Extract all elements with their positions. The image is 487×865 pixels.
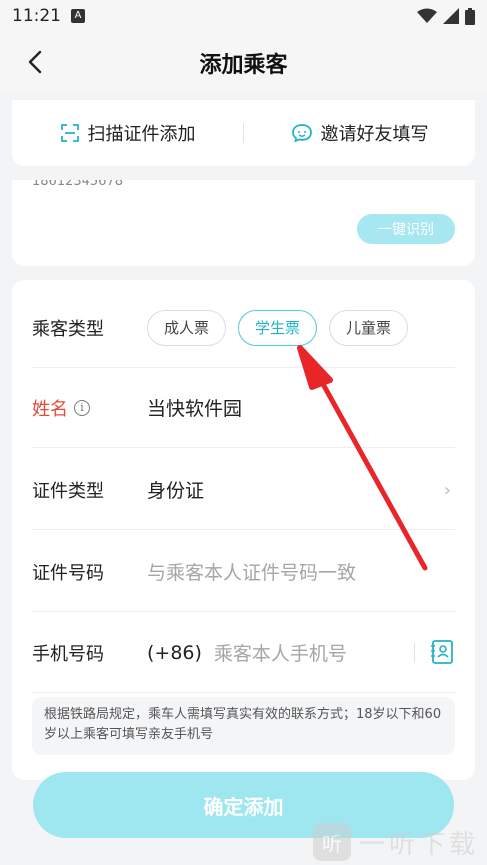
chevron-left-icon[interactable] xyxy=(22,48,50,76)
info-icon[interactable]: i xyxy=(74,399,90,416)
id-number-label: 证件号码 xyxy=(32,562,104,584)
passenger-form-card: 乘客类型 成人票 学生票 儿童票 姓名 i 当快软件园 证件类型 身份证 › 证… xyxy=(12,280,475,780)
id-type-label: 证件类型 xyxy=(32,480,104,502)
divider xyxy=(414,643,415,663)
invite-friend-label: 邀请好友填写 xyxy=(320,124,429,145)
passenger-type-row: 乘客类型 成人票 学生票 儿童票 xyxy=(32,288,455,368)
status-time: 11:21 xyxy=(12,6,61,26)
phone-input[interactable]: 乘客本人手机号 xyxy=(214,639,347,666)
scan-id-button[interactable]: 扫描证件添加 xyxy=(12,120,243,146)
name-label: 姓名 xyxy=(32,398,68,420)
id-type-row[interactable]: 证件类型 身份证 › xyxy=(32,450,455,530)
country-code[interactable]: (+86) xyxy=(147,642,202,664)
phone-label: 手机号码 xyxy=(32,643,104,665)
id-number-input[interactable]: 与乘客本人证件号码一致 xyxy=(147,558,356,585)
status-icons xyxy=(417,7,475,25)
notification-a-icon: A xyxy=(71,9,85,23)
add-methods-card: 扫描证件添加 邀请好友填写 xyxy=(12,100,475,166)
id-number-row: 证件号码 与乘客本人证件号码一致 xyxy=(32,532,455,612)
chip-student-ticket[interactable]: 学生票 xyxy=(238,309,318,346)
chevron-right-icon: › xyxy=(443,480,451,501)
status-bar: 11:21 A xyxy=(0,0,487,32)
chip-child-ticket[interactable]: 儿童票 xyxy=(329,309,409,346)
watermark-logo: 听 xyxy=(312,823,351,861)
page-title: 添加乘客 xyxy=(199,53,288,78)
signal-icon xyxy=(443,8,459,24)
paste-recognize-card: 18612345678 一键识别 xyxy=(12,180,475,266)
watermark: 听 一听下载 xyxy=(312,823,479,861)
one-click-recognize-button[interactable]: 一键识别 xyxy=(357,214,455,244)
watermark-text: 一听下载 xyxy=(358,829,479,860)
phone-row: 手机号码 (+86) 乘客本人手机号 xyxy=(32,613,455,693)
pasted-text-preview: 18612345678 xyxy=(32,180,123,189)
contact-notice: 根据铁路局规定，乘车人需填写真实有效的联系方式；18岁以下和60岁以上乘客可填写… xyxy=(32,697,455,755)
nav-header: 添加乘客 xyxy=(0,32,487,94)
name-row: 姓名 i 当快软件园 xyxy=(32,368,455,448)
invite-friend-button[interactable]: 邀请好友填写 xyxy=(244,120,475,146)
battery-icon xyxy=(465,7,475,25)
passenger-type-label: 乘客类型 xyxy=(32,318,104,340)
contact-book-icon[interactable] xyxy=(429,639,455,665)
id-type-select[interactable]: 身份证 xyxy=(147,476,204,503)
scan-id-label: 扫描证件添加 xyxy=(87,124,196,145)
chat-smile-icon xyxy=(291,124,312,143)
wifi-icon xyxy=(417,8,437,23)
chip-adult-ticket[interactable]: 成人票 xyxy=(147,309,227,346)
name-input[interactable]: 当快软件园 xyxy=(147,394,242,421)
name-label-group: 姓名 i xyxy=(32,395,147,421)
scan-icon xyxy=(60,124,79,142)
